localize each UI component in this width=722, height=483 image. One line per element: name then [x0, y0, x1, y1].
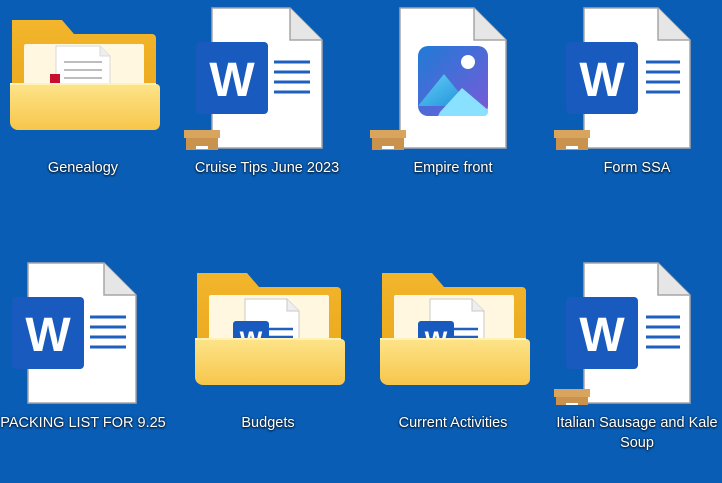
svg-text:W: W [209, 54, 255, 107]
word-document-icon: W [552, 0, 722, 150]
svg-text:W: W [579, 54, 625, 107]
desktop-item-label: Current Activities [398, 415, 508, 431]
word-document-icon: W [182, 0, 352, 150]
desktop-item-label: Budgets [241, 415, 295, 431]
word-document-icon: W [552, 255, 722, 405]
archive-overlay-icon [554, 389, 590, 405]
archive-overlay-icon [554, 130, 590, 150]
desktop-item-label: Empire front [413, 160, 493, 176]
folder-icon [0, 0, 168, 150]
svg-text:W: W [25, 309, 71, 362]
svg-text:W: W [579, 309, 625, 362]
folder-icon: W [368, 255, 538, 405]
desktop-item-label: PACKING LIST FOR 9.25 [0, 415, 166, 431]
archive-overlay-icon [370, 130, 406, 150]
archive-overlay-icon [184, 130, 220, 150]
folder-icon: W [183, 255, 353, 405]
desktop-item-label: Italian Sausage and Kale Soup [556, 415, 718, 451]
desktop-item-label: Form SSA [603, 160, 671, 176]
desktop-item-label: Genealogy [47, 160, 119, 176]
image-file-icon [368, 0, 538, 150]
desktop-item-label: Cruise Tips June 2023 [194, 160, 340, 176]
word-document-icon: W [0, 255, 168, 405]
